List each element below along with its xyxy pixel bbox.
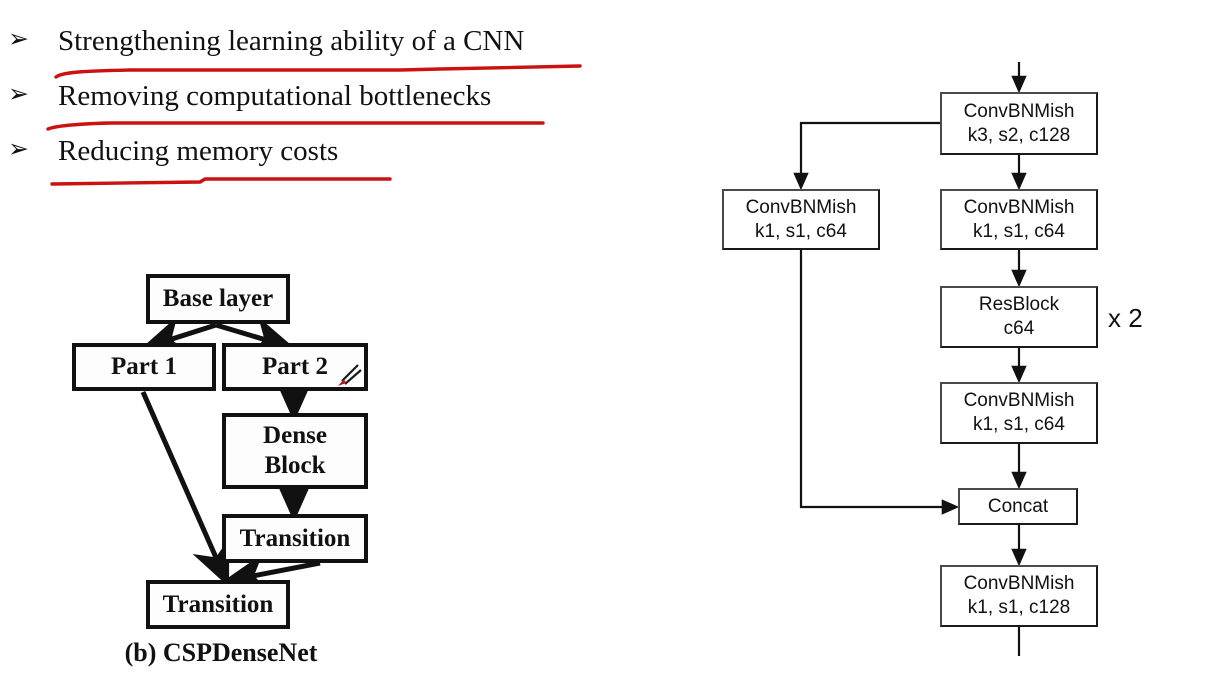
node-output-conv-label-2: k1, s1, c128 xyxy=(967,597,1071,618)
node-dense-block-label-2: Block xyxy=(264,452,326,479)
node-resblock[interactable]: ResBlock c64 xyxy=(940,286,1098,348)
node-dense-block-label-1: Dense xyxy=(263,422,327,449)
node-postres-conv-label-1: ConvBNMish xyxy=(963,390,1075,411)
node-dense-block[interactable]: Dense Block xyxy=(222,413,368,489)
arrow-stem-to-left-branch xyxy=(793,121,940,191)
node-part-1-label: Part 1 xyxy=(111,353,177,380)
node-resblock-label-1: ResBlock xyxy=(978,294,1060,315)
arrow-part1-to-transition xyxy=(140,390,230,588)
node-part-1[interactable]: Part 1 xyxy=(72,343,216,391)
node-stem-conv[interactable]: ConvBNMish k3, s2, c128 xyxy=(940,92,1098,155)
node-left-branch-conv-label-1: ConvBNMish xyxy=(745,196,857,218)
node-stem-conv-label-2: k3, s2, c128 xyxy=(967,124,1071,146)
node-transition-bottom-label: Transition xyxy=(162,590,274,618)
arrow-left-branch-to-concat xyxy=(799,250,960,515)
node-stem-conv-label-1: ConvBNMish xyxy=(963,100,1075,122)
node-right-branch-conv-label-1: ConvBNMish xyxy=(963,196,1075,218)
node-resblock-label-2: c64 xyxy=(1003,318,1035,339)
resblock-repeat-label: x 2 xyxy=(1108,303,1143,333)
node-output-conv[interactable]: ConvBNMish k1, s1, c128 xyxy=(940,565,1098,627)
cspdensenet-diagram: Base layer Part 1 Part 2 Dense Block Tra… xyxy=(0,0,640,697)
cspblock-diagram: ConvBNMish k3, s2, c128 ConvBNMish k1, s… xyxy=(660,0,1207,697)
node-transition-top-label: Transition xyxy=(239,524,351,552)
cspblock-connectors xyxy=(793,62,1027,656)
node-part-2-label: Part 2 xyxy=(262,353,328,380)
node-postres-conv[interactable]: ConvBNMish k1, s1, c64 xyxy=(940,382,1098,444)
cspdensenet-caption: (b) CSPDenseNet xyxy=(124,638,318,667)
pen-mark-icon xyxy=(338,364,362,386)
node-concat[interactable]: Concat xyxy=(958,488,1078,525)
node-right-branch-conv-label-2: k1, s1, c64 xyxy=(973,220,1065,242)
node-transition-bottom[interactable]: Transition xyxy=(146,580,290,629)
node-transition-top[interactable]: Transition xyxy=(222,514,368,563)
node-output-conv-label-1: ConvBNMish xyxy=(963,573,1075,594)
node-base-layer-label: Base layer xyxy=(162,285,274,312)
node-left-branch-conv-label-2: k1, s1, c64 xyxy=(755,220,847,242)
node-postres-conv-label-2: k1, s1, c64 xyxy=(973,414,1065,435)
node-concat-label: Concat xyxy=(987,495,1049,517)
arrow-transition-to-transition xyxy=(222,553,321,593)
node-right-branch-conv[interactable]: ConvBNMish k1, s1, c64 xyxy=(940,189,1098,250)
node-left-branch-conv[interactable]: ConvBNMish k1, s1, c64 xyxy=(722,189,880,250)
node-base-layer[interactable]: Base layer xyxy=(146,274,290,324)
